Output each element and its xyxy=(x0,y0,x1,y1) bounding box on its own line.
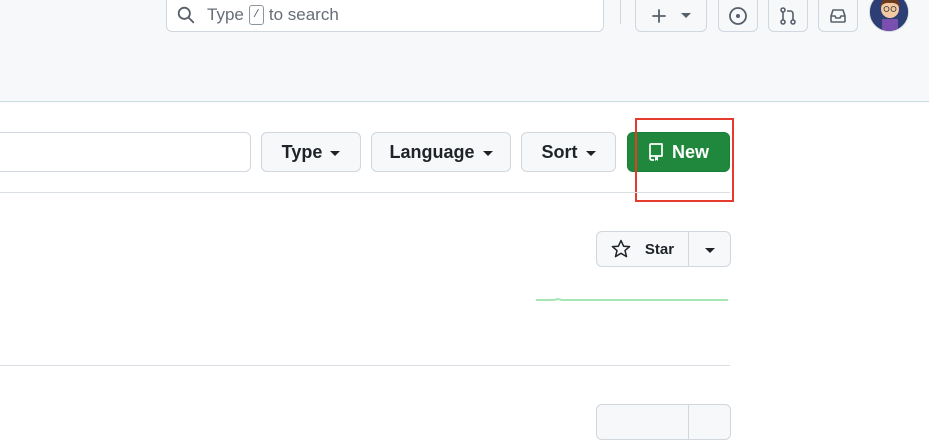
user-avatar[interactable] xyxy=(869,0,909,32)
star-icon xyxy=(611,239,631,258)
inbox-button[interactable] xyxy=(818,0,858,32)
plus-icon xyxy=(652,9,666,23)
type-filter-button[interactable]: Type xyxy=(261,132,361,172)
repo-icon xyxy=(649,143,663,161)
caret-down-icon xyxy=(704,247,715,253)
search-icon xyxy=(177,6,195,24)
star-button-label: Star xyxy=(644,240,675,258)
star-button[interactable]: Star xyxy=(597,232,689,266)
star-button[interactable] xyxy=(597,405,689,439)
list-divider xyxy=(0,365,730,366)
caret-down-icon xyxy=(482,150,493,156)
star-button-group: Star xyxy=(596,231,731,267)
search-input[interactable]: Type / to search xyxy=(166,0,604,32)
new-button-label: New xyxy=(671,141,709,162)
search-placeholder-prefix: Type xyxy=(207,5,244,24)
search-shortcut-key: / xyxy=(248,5,264,25)
list-divider xyxy=(0,192,730,193)
top-header: Type / to search xyxy=(0,0,929,102)
find-repository-input[interactable] xyxy=(0,132,251,172)
issues-button[interactable] xyxy=(718,0,758,32)
caret-down-icon xyxy=(330,150,341,156)
language-filter-button[interactable]: Language xyxy=(371,132,511,172)
avatar-image xyxy=(870,0,908,31)
chevron-down-icon xyxy=(681,13,691,18)
search-placeholder: Type / to search xyxy=(207,5,339,25)
search-placeholder-suffix: to search xyxy=(268,5,339,24)
star-list-dropdown[interactable] xyxy=(689,232,730,266)
create-new-button[interactable] xyxy=(635,0,707,32)
sort-filter-button[interactable]: Sort xyxy=(521,132,616,172)
star-list-dropdown[interactable] xyxy=(689,405,730,439)
type-filter-label: Type xyxy=(281,141,323,162)
caret-down-icon xyxy=(585,150,596,156)
sort-filter-label: Sort xyxy=(541,141,578,162)
issue-opened-icon xyxy=(729,7,747,25)
new-repository-button[interactable]: New xyxy=(627,132,730,172)
git-pull-request-icon xyxy=(780,7,796,25)
language-filter-label: Language xyxy=(389,141,475,162)
header-divider xyxy=(620,0,621,24)
activity-sparkline xyxy=(536,297,728,301)
inbox-icon xyxy=(830,9,846,23)
star-button-group xyxy=(596,404,731,440)
pull-requests-button[interactable] xyxy=(768,0,808,32)
